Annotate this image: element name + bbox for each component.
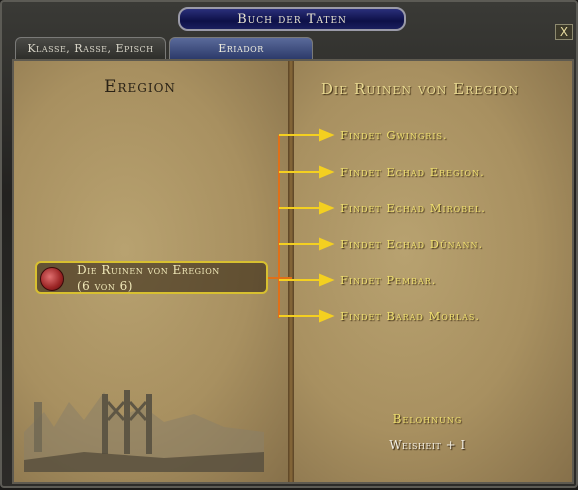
objective-item: Findet Echad Eregion. — [340, 165, 485, 179]
wax-seal-icon — [40, 267, 64, 291]
objective-item: Findet Echad Dûnann. — [340, 237, 484, 251]
objective-item: Findet Barad Morlas. — [340, 309, 481, 323]
objective-item: Findet Pembar. — [340, 273, 437, 287]
reward-value: Weisheit + I — [389, 438, 466, 452]
deed-progress: (6 von 6) — [77, 279, 133, 293]
objective-item: Findet Gwingris. — [340, 128, 448, 142]
reward-heading: Belohnung — [392, 412, 463, 426]
objective-item: Findet Echad Mirobel. — [340, 201, 486, 215]
deed-name: Die Ruinen von Eregion — [77, 263, 220, 277]
deeds-window: Buch der Taten X Klasse, Rasse, Episch E… — [0, 0, 578, 488]
